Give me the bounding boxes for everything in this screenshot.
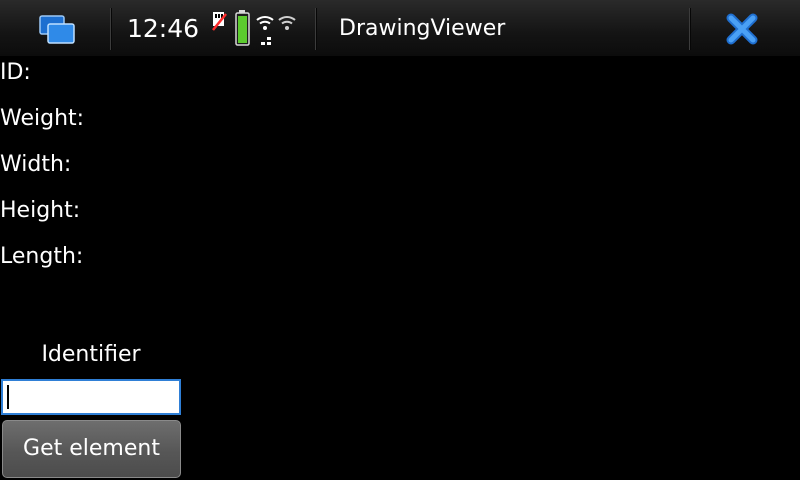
identifier-input[interactable]	[1, 379, 181, 415]
length-label: Length:	[0, 244, 84, 269]
clock: 12:46	[127, 14, 200, 43]
text-caret	[7, 385, 9, 409]
width-label: Width:	[0, 152, 72, 177]
main-content: ID: Weight: Width: Height: Length: Ident…	[0, 56, 800, 480]
battery-icon	[235, 10, 250, 46]
weight-label: Weight:	[0, 106, 85, 131]
identifier-caption: Identifier	[41, 342, 141, 367]
height-label: Height:	[0, 198, 81, 223]
wifi-icon	[256, 16, 296, 30]
sim-icon	[212, 12, 227, 31]
get-element-button[interactable]: Get element	[2, 420, 181, 478]
separator	[110, 8, 111, 50]
app-title[interactable]: DrawingViewer	[339, 14, 505, 44]
status-icons[interactable]	[210, 8, 300, 50]
separator	[315, 8, 316, 50]
id-label: ID:	[0, 60, 31, 85]
close-icon[interactable]	[722, 10, 762, 48]
task-switcher-icon[interactable]	[38, 13, 78, 45]
status-bar: 12:46 DrawingViewer	[0, 0, 800, 57]
separator	[689, 8, 690, 50]
signal-dots-icon	[261, 37, 271, 45]
